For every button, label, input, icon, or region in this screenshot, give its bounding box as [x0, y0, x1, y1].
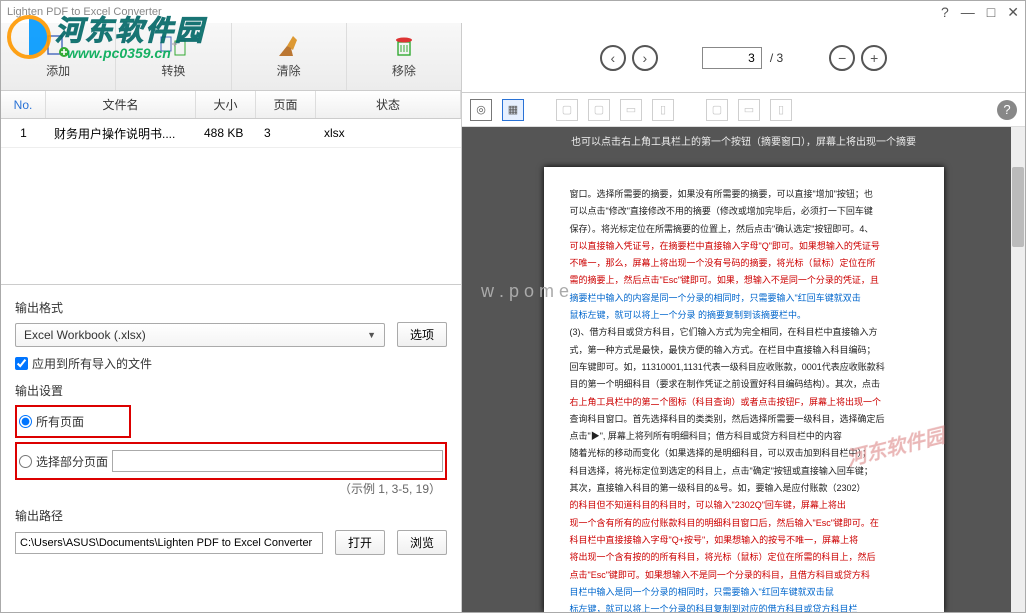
- browse-button[interactable]: 浏览: [397, 530, 447, 555]
- page-example-text: （示例 1, 3-5, 19）: [15, 480, 447, 497]
- remove-button[interactable]: 移除: [347, 23, 461, 90]
- options-button[interactable]: 选项: [397, 322, 447, 347]
- col-page[interactable]: 页面: [256, 91, 316, 118]
- broom-icon: [275, 34, 303, 58]
- output-path-label: 输出路径: [15, 507, 447, 524]
- tool-grid-icon[interactable]: ▦: [502, 99, 524, 121]
- page-range-input[interactable]: [112, 450, 443, 472]
- maximize-button[interactable]: □: [987, 4, 995, 21]
- col-size[interactable]: 大小: [196, 91, 256, 118]
- page-total-label: / 3: [770, 51, 783, 65]
- document-page: 窗口。选择所需要的摘要，如果没有所需要的摘要，可以直接"增加"按钮；也可以点击"…: [544, 167, 944, 612]
- tool-merge-icon: ▭: [620, 99, 642, 121]
- prev-page-button[interactable]: ‹: [600, 45, 626, 71]
- all-pages-radio[interactable]: [19, 415, 32, 428]
- tool-b-icon: ▭: [738, 99, 760, 121]
- next-page-button[interactable]: ›: [632, 45, 658, 71]
- tool-crop-icon[interactable]: ◎: [470, 99, 492, 121]
- preview-area[interactable]: 也可以点击右上角工具栏上的第一个按钮（摘要窗口），屏幕上将出现一个摘要 窗口。选…: [462, 127, 1025, 612]
- tool-remove-icon: ▢: [588, 99, 610, 121]
- page-number-input[interactable]: [702, 47, 762, 69]
- output-path-input[interactable]: [15, 532, 323, 554]
- help-button[interactable]: ?: [941, 4, 949, 21]
- tool-select-icon: ▢: [556, 99, 578, 121]
- close-button[interactable]: ✕: [1007, 4, 1019, 21]
- zoom-in-button[interactable]: +: [861, 45, 887, 71]
- add-file-icon: [44, 34, 72, 58]
- file-list: 1 财务用户操作说明书.... 488 KB 3 xlsx: [1, 119, 461, 284]
- output-settings-label: 输出设置: [15, 382, 447, 399]
- open-button[interactable]: 打开: [335, 530, 385, 555]
- scrollbar-vertical[interactable]: [1011, 127, 1025, 612]
- trash-icon: [390, 34, 418, 58]
- table-header: No. 文件名 大小 页面 状态: [1, 91, 461, 119]
- zoom-out-button[interactable]: −: [829, 45, 855, 71]
- table-row[interactable]: 1 财务用户操作说明书.... 488 KB 3 xlsx: [1, 119, 461, 148]
- output-format-label: 输出格式: [15, 299, 447, 316]
- clear-button[interactable]: 清除: [232, 23, 347, 90]
- minimize-button[interactable]: —: [961, 4, 975, 21]
- apply-all-checkbox[interactable]: [15, 357, 28, 370]
- add-button[interactable]: 添加: [1, 23, 116, 90]
- tool-a-icon: ▢: [706, 99, 728, 121]
- col-no[interactable]: No.: [1, 91, 46, 118]
- output-format-select[interactable]: Excel Workbook (.xlsx) ▼: [15, 323, 385, 347]
- col-name[interactable]: 文件名: [46, 91, 196, 118]
- tool-split-icon: ▯: [652, 99, 674, 121]
- window-title: Lighten PDF to Excel Converter: [7, 6, 941, 18]
- col-status[interactable]: 状态: [316, 91, 461, 118]
- help-icon[interactable]: ?: [997, 100, 1017, 120]
- tool-c-icon: ▯: [770, 99, 792, 121]
- convert-button[interactable]: 转换: [116, 23, 231, 90]
- preview-caption: 也可以点击右上角工具栏上的第一个按钮（摘要窗口），屏幕上将出现一个摘要: [571, 133, 916, 148]
- convert-icon: [159, 34, 187, 58]
- select-pages-radio[interactable]: [19, 455, 32, 468]
- chevron-down-icon: ▼: [367, 330, 376, 340]
